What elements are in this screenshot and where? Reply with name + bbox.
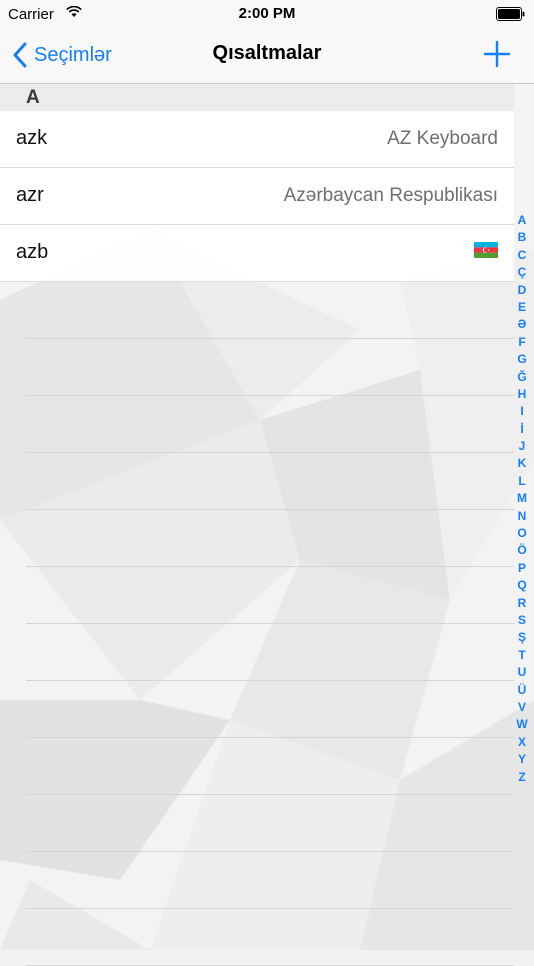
row-separator: [26, 453, 514, 510]
list-item[interactable]: azk AZ Keyboard: [0, 111, 514, 168]
row-separator: [26, 567, 514, 624]
abbreviation-key: azk: [16, 127, 48, 149]
index-letter[interactable]: L: [518, 473, 525, 490]
status-bar: Carrier 2:00 PM: [0, 0, 534, 28]
index-letter[interactable]: Ü: [518, 682, 527, 699]
list-item[interactable]: azr Azərbaycan Respublikası: [0, 168, 514, 225]
index-letter[interactable]: K: [518, 455, 527, 472]
index-letter[interactable]: I: [520, 403, 523, 420]
abbreviation-value: AZ Keyboard: [387, 128, 498, 149]
index-letter[interactable]: Ə: [518, 316, 527, 333]
index-letter[interactable]: P: [518, 560, 526, 577]
row-separator: [26, 738, 514, 795]
index-letter[interactable]: Q: [517, 577, 526, 594]
index-letter[interactable]: F: [518, 334, 525, 351]
index-letter[interactable]: A: [518, 212, 527, 229]
index-letter[interactable]: Ç: [518, 264, 527, 281]
index-letter[interactable]: Ğ: [517, 369, 526, 386]
section-header: A: [0, 84, 514, 111]
index-letter[interactable]: X: [518, 734, 526, 751]
row-separator: [26, 339, 514, 396]
empty-row-separators: [26, 282, 514, 966]
index-letter[interactable]: Ş: [518, 629, 526, 646]
section-header-letter: A: [26, 87, 40, 108]
row-separator: [26, 681, 514, 738]
index-letter[interactable]: İ: [520, 421, 523, 438]
index-letter[interactable]: J: [519, 438, 526, 455]
section-index[interactable]: ABCÇDEƏFGĞHIİJKLMNOÖPQRSŞTUÜVWXYZ: [512, 212, 532, 786]
index-letter[interactable]: W: [516, 716, 527, 733]
index-letter[interactable]: M: [517, 490, 527, 507]
index-letter[interactable]: C: [518, 247, 527, 264]
index-letter[interactable]: H: [518, 386, 527, 403]
index-letter[interactable]: D: [518, 282, 527, 299]
index-letter[interactable]: G: [517, 351, 526, 368]
abbreviation-value: [474, 242, 498, 264]
row-separator: [26, 909, 514, 966]
index-letter[interactable]: Y: [518, 751, 526, 768]
battery-icon: [496, 7, 525, 21]
index-letter[interactable]: S: [518, 612, 526, 629]
index-letter[interactable]: O: [517, 525, 526, 542]
add-icon[interactable]: [484, 41, 510, 67]
abbreviation-value: Azərbaycan Respublikası: [283, 185, 498, 206]
index-letter[interactable]: U: [518, 664, 527, 681]
row-separator: [26, 510, 514, 567]
status-time: 2:00 PM: [238, 5, 296, 22]
row-separator: [26, 795, 514, 852]
page-title: Qısaltmalar: [212, 42, 322, 64]
row-separator: [26, 282, 514, 339]
row-separator: [26, 624, 514, 681]
index-letter[interactable]: Z: [518, 769, 525, 786]
azerbaijan-flag-icon: [474, 242, 498, 258]
index-letter[interactable]: E: [518, 299, 526, 316]
abbreviation-key: azr: [16, 184, 44, 206]
list-item[interactable]: azb: [0, 225, 514, 282]
index-letter[interactable]: R: [518, 595, 527, 612]
index-letter[interactable]: V: [518, 699, 526, 716]
abbreviation-list: azk AZ Keyboard azr Azərbaycan Respublik…: [0, 111, 514, 282]
navigation-bar: Seçimlər Qısaltmalar: [0, 28, 534, 84]
index-letter[interactable]: N: [518, 508, 527, 525]
index-letter[interactable]: B: [518, 229, 527, 246]
abbreviation-key: azb: [16, 241, 49, 263]
index-letter[interactable]: T: [518, 647, 525, 664]
row-separator: [26, 396, 514, 453]
index-letter[interactable]: Ö: [517, 542, 526, 559]
row-separator: [26, 852, 514, 909]
